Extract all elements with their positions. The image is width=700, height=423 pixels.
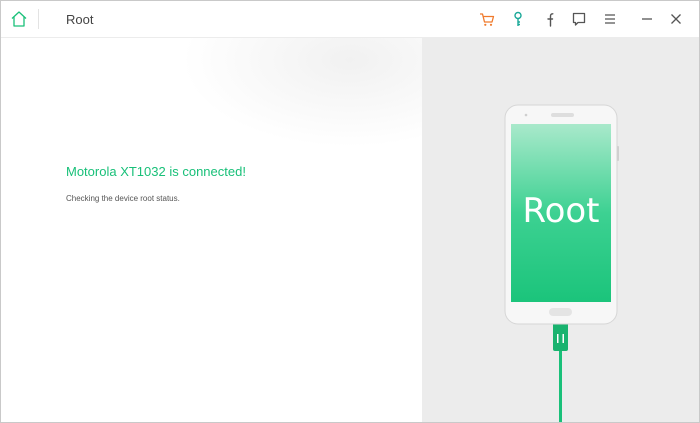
title-bar: Root (1, 1, 699, 38)
app-window: Root Motorola XT1032 is connected! Check… (0, 0, 700, 423)
panel-shading (181, 38, 422, 148)
connection-status-heading: Motorola XT1032 is connected! (66, 164, 246, 179)
window-title: Root (66, 12, 94, 27)
cart-icon[interactable] (478, 10, 496, 28)
title-separator (38, 9, 39, 29)
main-panel: Motorola XT1032 is connected! Checking t… (1, 38, 422, 422)
screen-root-text: Root (522, 191, 599, 231)
root-status-message: Checking the device root status. (66, 194, 180, 203)
phone-side-button (617, 146, 619, 161)
key-icon[interactable] (509, 10, 527, 28)
phone-home-button (549, 308, 572, 316)
feedback-icon[interactable] (570, 10, 588, 28)
phone-illustration: Root (504, 104, 619, 422)
home-icon[interactable] (9, 9, 29, 29)
facebook-icon[interactable] (540, 10, 558, 28)
minimize-icon[interactable] (638, 10, 656, 28)
device-illustration-panel: Root (422, 38, 699, 422)
close-icon[interactable] (667, 10, 685, 28)
menu-icon[interactable] (601, 10, 619, 28)
phone-camera (524, 113, 528, 117)
phone-speaker (551, 113, 574, 117)
